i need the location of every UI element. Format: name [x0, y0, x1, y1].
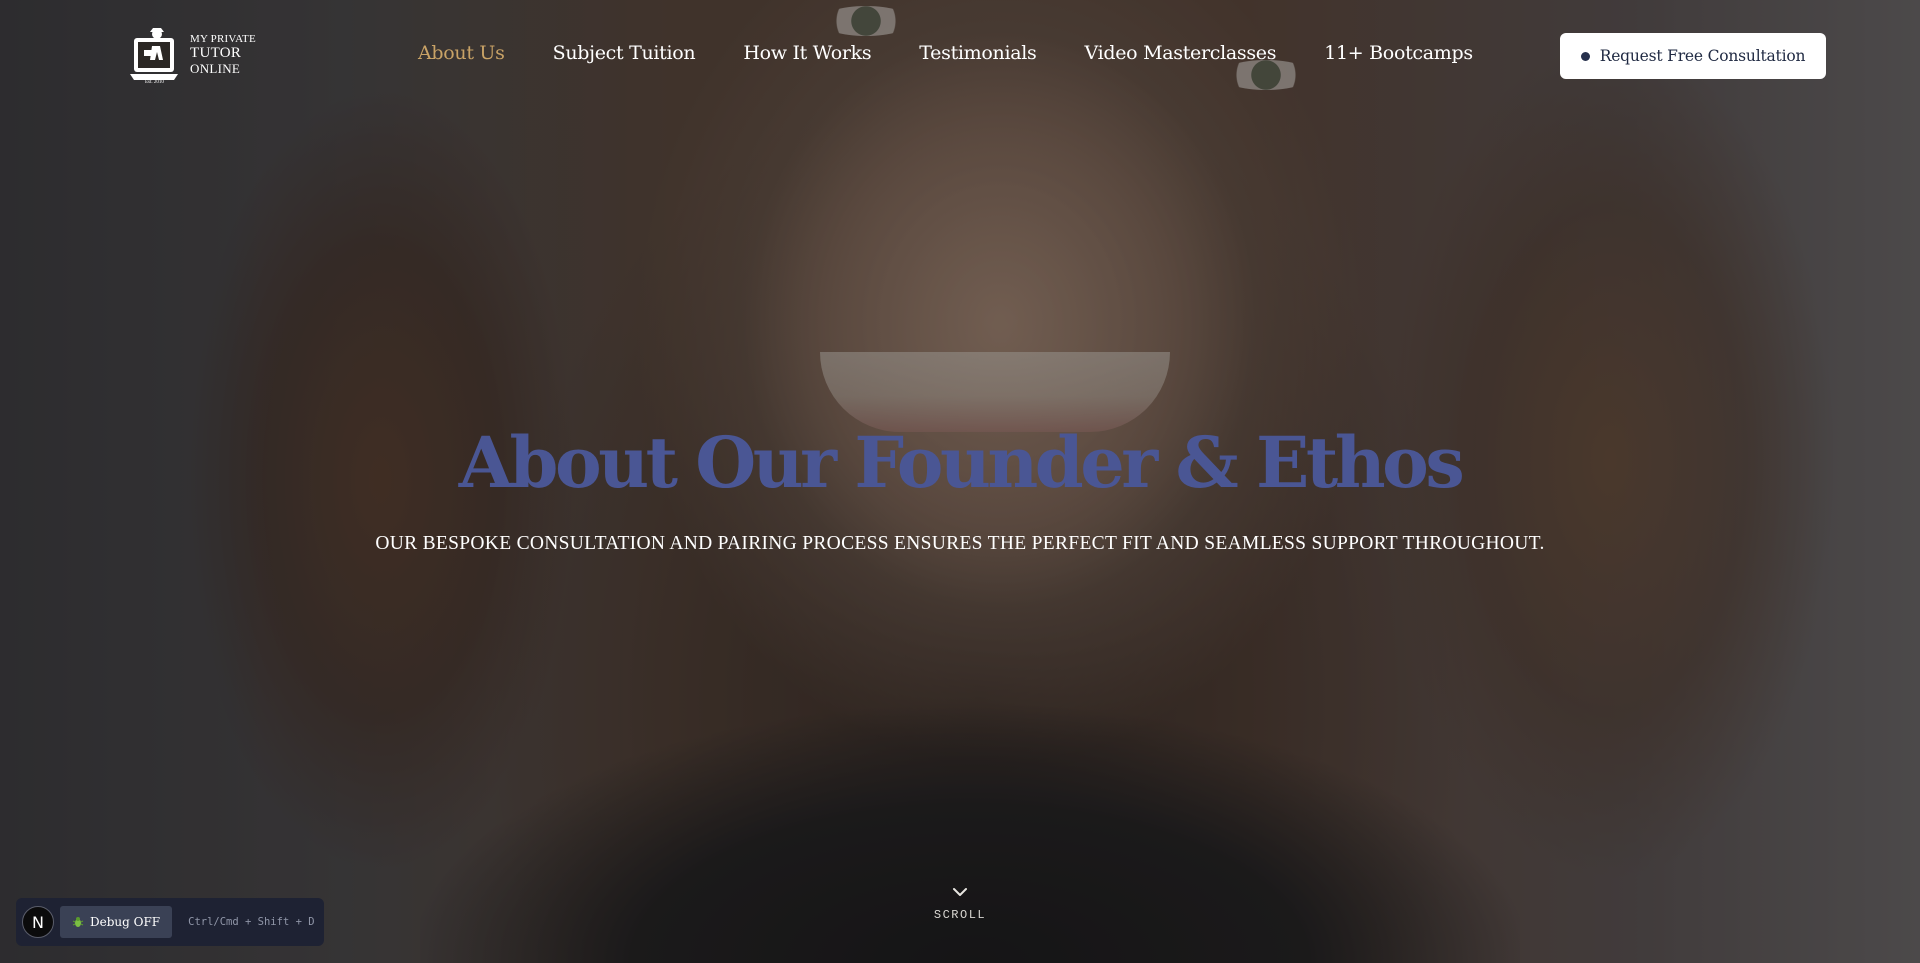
logo-line-tutor: TUTOR [190, 45, 242, 61]
scroll-label: SCROLL [933, 908, 987, 922]
request-consultation-button[interactable]: Request Free Consultation [1560, 33, 1826, 79]
hero-section: About Our Founder & Ethos OUR BESPOKE CO… [0, 0, 1920, 963]
nav-11-plus-bootcamps[interactable]: 11+ Bootcamps [1324, 42, 1473, 64]
top-navigation-bar: MY PRIVATE TUTOR ONLINE Est. 2010 About … [0, 0, 1920, 114]
logo-line-my-private: MY PRIVATE [190, 33, 256, 45]
main-nav: About Us Subject Tuition How It Works Te… [418, 42, 1473, 64]
hero-subtitle: OUR BESPOKE CONSULTATION AND PAIRING PRO… [375, 533, 1545, 554]
debug-widget: N Debug OFF Ctrl/Cmd + Shift + D [16, 898, 324, 946]
logo-established: Est. 2010 [145, 80, 164, 85]
debug-toggle-button[interactable]: Debug OFF [60, 906, 173, 938]
debug-toggle-label: Debug OFF [90, 915, 161, 929]
bug-icon [72, 916, 84, 928]
nav-how-it-works[interactable]: How It Works [743, 42, 871, 64]
nextjs-badge[interactable]: N [22, 906, 54, 938]
debug-shortcut-hint: Ctrl/Cmd + Shift + D [188, 916, 315, 928]
nav-testimonials[interactable]: Testimonials [919, 42, 1037, 64]
nav-about-us[interactable]: About Us [418, 42, 505, 64]
logo-line-online: ONLINE [190, 61, 241, 76]
scroll-indicator[interactable]: SCROLL [910, 884, 1010, 922]
logo-wordmark: MY PRIVATE TUTOR ONLINE [190, 33, 256, 76]
logo-tutor-icon [130, 24, 184, 88]
hero-title: About Our Founder & Ethos [458, 421, 1465, 504]
chevron-down-icon [952, 884, 968, 902]
nav-video-masterclasses[interactable]: Video Masterclasses [1085, 42, 1277, 64]
logo[interactable]: MY PRIVATE TUTOR ONLINE Est. 2010 [130, 24, 260, 88]
dot-icon [1580, 51, 1590, 61]
request-consultation-label: Request Free Consultation [1599, 47, 1806, 65]
nav-subject-tuition[interactable]: Subject Tuition [553, 42, 696, 64]
